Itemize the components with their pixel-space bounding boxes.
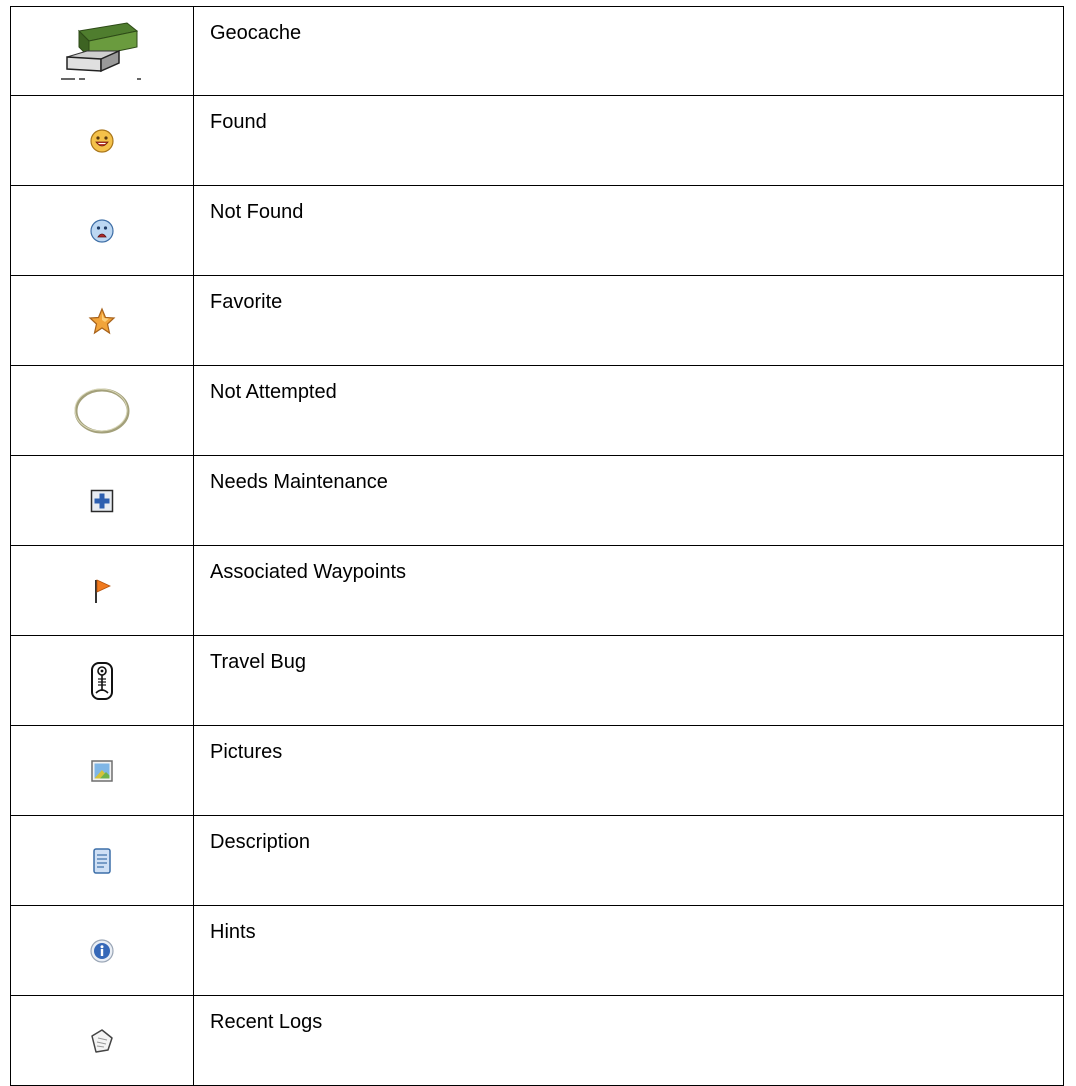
legend-row-needs-maintenance: Needs Maintenance <box>10 455 1064 546</box>
legend-label: Description <box>210 831 311 853</box>
legend-label: Hints <box>210 921 256 943</box>
legend-row-not-found: Not Found <box>10 185 1064 276</box>
legend-label: Geocache <box>210 22 302 44</box>
icon-cell <box>10 6 194 96</box>
legend-row-pictures: Pictures <box>10 725 1064 816</box>
label-cell: Recent Logs <box>193 995 1064 1086</box>
icon-cell <box>10 635 194 726</box>
not-found-sad-icon <box>89 218 115 244</box>
legend-label: Found <box>210 111 267 133</box>
legend-label: Associated Waypoints <box>210 561 407 583</box>
icon-cell <box>10 545 194 636</box>
star-icon <box>88 306 116 335</box>
legend-label: Travel Bug <box>210 651 306 673</box>
label-cell: Needs Maintenance <box>193 455 1064 546</box>
legend-row-geocache: Geocache <box>10 6 1064 96</box>
found-smiley-icon <box>89 128 115 154</box>
geocache-box-icon <box>57 21 147 81</box>
legend-label: Recent Logs <box>210 1011 323 1033</box>
label-cell: Geocache <box>193 6 1064 96</box>
legend-row-hints: Hints <box>10 905 1064 996</box>
icon-cell <box>10 905 194 996</box>
legend-row-recent-logs: Recent Logs <box>10 995 1064 1086</box>
legend-row-found: Found <box>10 95 1064 186</box>
icon-cell <box>10 725 194 816</box>
icon-cell <box>10 95 194 186</box>
legend-label: Pictures <box>210 741 283 763</box>
flag-icon <box>90 577 114 605</box>
legend-row-associated-waypoints: Associated Waypoints <box>10 545 1064 636</box>
label-cell: Found <box>193 95 1064 186</box>
document-icon <box>91 847 113 875</box>
log-page-icon <box>88 1028 116 1054</box>
legend-row-not-attempted: Not Attempted <box>10 365 1064 456</box>
label-cell: Favorite <box>193 275 1064 366</box>
label-cell: Associated Waypoints <box>193 545 1064 636</box>
legend-label: Favorite <box>210 291 283 313</box>
icon-cell <box>10 455 194 546</box>
legend-row-description: Description <box>10 815 1064 906</box>
label-cell: Travel Bug <box>193 635 1064 726</box>
label-cell: Hints <box>193 905 1064 996</box>
legend-label: Not Attempted <box>210 381 337 403</box>
icon-legend-table: Geocache Found Not Found Favorite Not At… <box>10 6 1064 1086</box>
icon-cell <box>10 275 194 366</box>
medical-cross-icon <box>90 489 114 513</box>
icon-cell <box>10 815 194 906</box>
empty-circle-icon <box>72 386 132 436</box>
picture-icon <box>90 759 114 783</box>
label-cell: Not Attempted <box>193 365 1064 456</box>
legend-row-favorite: Favorite <box>10 275 1064 366</box>
icon-cell <box>10 185 194 276</box>
label-cell: Not Found <box>193 185 1064 276</box>
icon-cell <box>10 995 194 1086</box>
travel-bug-icon <box>90 661 114 701</box>
legend-label: Needs Maintenance <box>210 471 388 493</box>
legend-label: Not Found <box>210 201 304 223</box>
label-cell: Pictures <box>193 725 1064 816</box>
info-icon <box>89 938 115 964</box>
label-cell: Description <box>193 815 1064 906</box>
icon-cell <box>10 365 194 456</box>
legend-row-travel-bug: Travel Bug <box>10 635 1064 726</box>
